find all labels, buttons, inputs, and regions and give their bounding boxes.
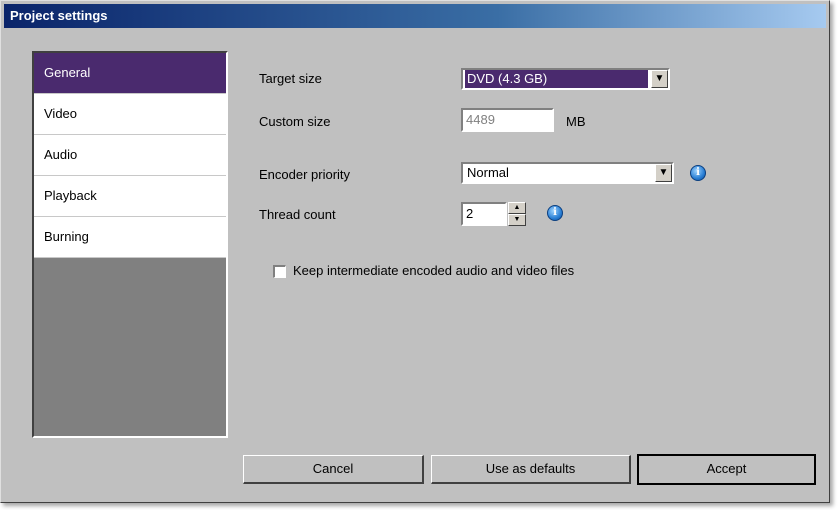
sidebar-item-label: Playback xyxy=(44,188,97,203)
sidebar-item-playback[interactable]: Playback xyxy=(34,176,226,217)
chevron-down-icon[interactable]: ▼ xyxy=(655,164,672,182)
title-bar[interactable]: Project settings xyxy=(4,4,826,28)
sidebar-item-label: Video xyxy=(44,106,78,121)
info-icon[interactable]: i xyxy=(690,165,706,181)
arrow-up-icon[interactable]: ▲ xyxy=(508,202,526,214)
arrow-down-icon[interactable]: ▼ xyxy=(508,214,526,226)
sidebar-item-burning[interactable]: Burning xyxy=(34,217,226,258)
target-size-dropdown[interactable]: DVD (4.3 GB) ▼ xyxy=(461,68,670,90)
sidebar-item-general[interactable]: General xyxy=(34,53,226,94)
custom-size-unit: MB xyxy=(566,114,586,129)
sidebar-item-label: Audio xyxy=(44,147,78,162)
keep-intermediate-label: Keep intermediate encoded audio and vide… xyxy=(293,263,575,278)
chevron-down-icon[interactable]: ▼ xyxy=(651,70,668,88)
thread-count-label: Thread count xyxy=(259,207,336,222)
window-title: Project settings xyxy=(10,8,108,23)
sidebar-item-video[interactable]: Video xyxy=(34,94,226,135)
project-settings-window: Project settings General Video Audio Pla… xyxy=(0,0,830,503)
accept-button[interactable]: Accept xyxy=(637,454,816,485)
custom-size-input[interactable]: 4489 xyxy=(461,108,554,132)
sidebar-item-label: General xyxy=(44,65,91,80)
target-size-label: Target size xyxy=(259,71,322,86)
encoder-priority-value: Normal xyxy=(467,165,509,180)
info-icon[interactable]: i xyxy=(547,205,563,221)
settings-sidebar: General Video Audio Playback Burning xyxy=(32,51,228,438)
thread-count-stepper[interactable]: ▲ ▼ xyxy=(508,202,526,226)
cancel-button[interactable]: Cancel xyxy=(243,455,424,484)
sidebar-item-label: Burning xyxy=(44,229,89,244)
sidebar-item-audio[interactable]: Audio xyxy=(34,135,226,176)
use-as-defaults-button[interactable]: Use as defaults xyxy=(431,455,631,484)
encoder-priority-dropdown[interactable]: Normal ▼ xyxy=(461,162,674,184)
thread-count-input[interactable]: 2 xyxy=(461,202,507,226)
custom-size-label: Custom size xyxy=(259,114,331,129)
keep-intermediate-checkbox[interactable] xyxy=(273,265,286,278)
target-size-value: DVD (4.3 GB) xyxy=(465,70,648,88)
encoder-priority-label: Encoder priority xyxy=(259,167,351,182)
